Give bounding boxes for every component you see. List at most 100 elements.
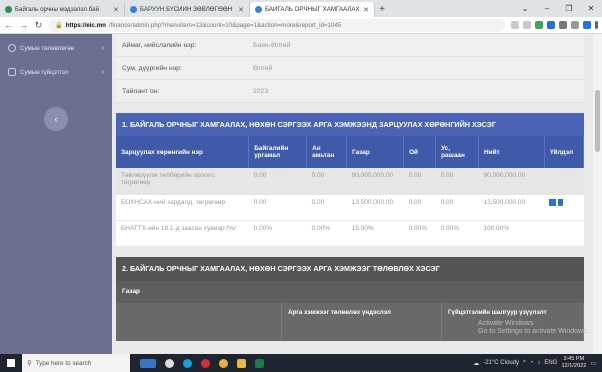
- puzzle-icon[interactable]: [559, 21, 567, 29]
- blank-cell: [116, 302, 282, 341]
- table-header-row: Зарцуулах хөрөнгийн нэр Байгалийн ургама…: [116, 136, 585, 168]
- table-cell: БНАТТХ-ийн 18.1-д заасан хувиар /%/: [116, 220, 249, 247]
- close-window-icon[interactable]: ✕: [580, 0, 602, 17]
- column-header: Зарцуулах хөрөнгийн нэр: [116, 136, 250, 168]
- language-indicator[interactable]: ENG: [544, 360, 557, 366]
- table-cell: 100.00%: [478, 220, 545, 247]
- column-header: Арга хэмжээг төлөвлөх үндэслэл: [282, 302, 442, 341]
- row-actions: [549, 198, 578, 206]
- sidebar-item-plan[interactable]: Сумын төлөвлөгөө ›: [0, 38, 112, 58]
- section-title: 1. БАЙГАЛЬ ОРЧНЫГ ХАМГААЛАХ, НӨХӨН СЭРГЭ…: [116, 113, 584, 136]
- taskbar-apps: [140, 358, 264, 368]
- subsection-label: Газар: [116, 280, 584, 303]
- scroll-thumb[interactable]: [595, 90, 600, 152]
- weather-widget-icon[interactable]: [140, 358, 156, 368]
- tray-chevron-icon[interactable]: ^: [523, 360, 526, 366]
- column-header: Байгалийн ургамал: [248, 136, 308, 168]
- opera-icon[interactable]: [201, 358, 210, 368]
- extension-green-icon[interactable]: [535, 21, 543, 29]
- table-cell: [544, 220, 584, 247]
- file-explorer-icon[interactable]: [237, 358, 246, 368]
- excel-icon[interactable]: [255, 358, 264, 368]
- notification-icon[interactable]: ▭: [590, 360, 596, 367]
- edge-icon[interactable]: [183, 358, 192, 368]
- sidebar-item-label: Сумын гүйцэтгэл: [20, 68, 69, 76]
- list-icon: [8, 68, 16, 76]
- system-tray: ☁ -21°C Cloudy ^ ◔ ♪ ENG 3:45 PM 12/1/20…: [473, 356, 602, 370]
- tab-search-icon[interactable]: ⌄: [514, 0, 536, 17]
- trash-icon[interactable]: [558, 198, 564, 206]
- extension-blue-icon[interactable]: [547, 21, 555, 29]
- table-cell: 13,500,000.00: [346, 194, 404, 221]
- sidebar-item-performance[interactable]: Сумын гүйцэтгэл ›: [0, 62, 112, 82]
- table-cell: 0.00: [435, 194, 479, 221]
- chevron-right-icon: ›: [101, 68, 104, 76]
- sidepanel-icon[interactable]: [571, 21, 579, 29]
- info-value: Баян-Өлгий: [253, 41, 291, 49]
- tab-title: Байгаль орчны мэдээлэл бай: [15, 6, 100, 13]
- watermark-line: Go to Settings to activate Windows.: [478, 328, 589, 335]
- start-button[interactable]: [0, 359, 22, 367]
- forward-icon[interactable]: →: [19, 20, 28, 30]
- url-path: /finance/admin.php?menuitem=13&count=10&…: [108, 21, 342, 29]
- info-row: Аймаг, нийслэлийн нэр: Баян-Өлгий: [116, 34, 584, 57]
- info-key: Аймаг, нийслэлийн нэр:: [122, 41, 197, 49]
- menu-icon[interactable]: [595, 21, 598, 29]
- clock-time: 3:45 PM: [563, 356, 585, 362]
- column-header: Ан амьтан: [306, 136, 348, 168]
- task-view-icon[interactable]: [165, 358, 174, 368]
- table-cell: 0.00%: [403, 220, 436, 247]
- profile-avatar[interactable]: [583, 21, 591, 29]
- url-field[interactable]: 🔒 https://eic.mn/finance/admin.php?menui…: [49, 18, 505, 32]
- new-tab-button[interactable]: +: [375, 2, 389, 17]
- site-favicon-icon: [255, 6, 262, 13]
- star-icon[interactable]: [523, 21, 531, 29]
- extensions-area: [511, 21, 598, 29]
- close-tab-icon[interactable]: ✕: [113, 6, 119, 14]
- info-key: Тайлант он:: [122, 87, 160, 95]
- table-cell: 0.00%: [306, 220, 347, 247]
- close-tab-icon[interactable]: ✕: [363, 6, 369, 14]
- expense-section: 1. БАЙГАЛЬ ОРЧНЫГ ХАМГААЛАХ, НӨХӨН СЭРГЭ…: [116, 113, 585, 247]
- tab-title: БАЙГАЛЬ ОРЧНЫГ ХАМГААЛАХ: [265, 6, 360, 13]
- chrome-icon[interactable]: [219, 358, 228, 368]
- table-cell: 0.00: [403, 168, 436, 195]
- network-icon[interactable]: ◔: [530, 360, 534, 366]
- table-cell: БОХНСАХ-ний зардалд, төгрөгөөр: [116, 194, 249, 221]
- table-row: Төвлөрүүлж төлбөрийн орлого, төгрөгөөр 0…: [116, 168, 584, 195]
- chevron-right-icon: ›: [101, 44, 104, 52]
- main-content: Аймаг, нийслэлийн нэр: Баян-Өлгий Сум, д…: [112, 34, 593, 354]
- page-scrollbar[interactable]: [593, 34, 602, 354]
- taskbar-clock[interactable]: 3:45 PM 12/1/2022: [561, 356, 586, 370]
- weather-cloud-icon: ☁: [473, 360, 480, 367]
- reload-icon[interactable]: ↻: [34, 20, 43, 31]
- expense-table: Зарцуулах хөрөнгийн нэр Байгалийн ургама…: [116, 136, 585, 247]
- table-cell: [544, 194, 584, 221]
- maximize-icon[interactable]: ❐: [558, 0, 580, 17]
- table-cell: 13,500,000.00: [478, 194, 545, 221]
- volume-icon[interactable]: ♪: [537, 360, 540, 366]
- windows-taskbar: ⚲ Type here to search ☁ -21°C Cloudy ^ ◔…: [0, 354, 602, 372]
- minimize-icon[interactable]: –: [536, 0, 558, 17]
- clock-date: 12/1/2022: [561, 363, 587, 369]
- browser-tab-1[interactable]: Байгаль орчны мэдээлэл бай ✕: [0, 2, 125, 17]
- search-icon: ⚲: [27, 359, 32, 367]
- table-cell: 15.00%: [346, 220, 404, 247]
- browser-tab-3[interactable]: БАЙГАЛЬ ОРЧНЫГ ХАМГААЛАХ ✕: [250, 2, 375, 17]
- close-tab-icon[interactable]: ✕: [238, 6, 244, 14]
- circle-icon: [8, 44, 16, 52]
- weather-text[interactable]: -21°C Cloudy: [483, 360, 519, 366]
- edit-icon[interactable]: [549, 198, 557, 206]
- search-placeholder: Type here to search: [35, 359, 92, 367]
- info-row: Сум, дүүргийн нэр: Өлгий: [116, 57, 584, 80]
- share-icon[interactable]: [511, 21, 519, 29]
- back-icon[interactable]: ←: [4, 20, 13, 30]
- table-cell: 90,000,000.00: [478, 168, 545, 195]
- table-cell: 0.00: [248, 194, 307, 221]
- browser-tab-2[interactable]: БАРУУН БҮСИЙН ЗӨВЛӨГӨӨН ✕: [125, 2, 250, 17]
- taskbar-search[interactable]: ⚲ Type here to search: [22, 354, 130, 372]
- sidebar-collapse-button[interactable]: ‹: [44, 107, 68, 131]
- table-row: БНАТТХ-ийн 18.1-д заасан хувиар /%/ 0.00…: [116, 220, 584, 247]
- table-cell: 0.00: [306, 194, 347, 221]
- column-header: Ус, рашаан: [435, 136, 480, 168]
